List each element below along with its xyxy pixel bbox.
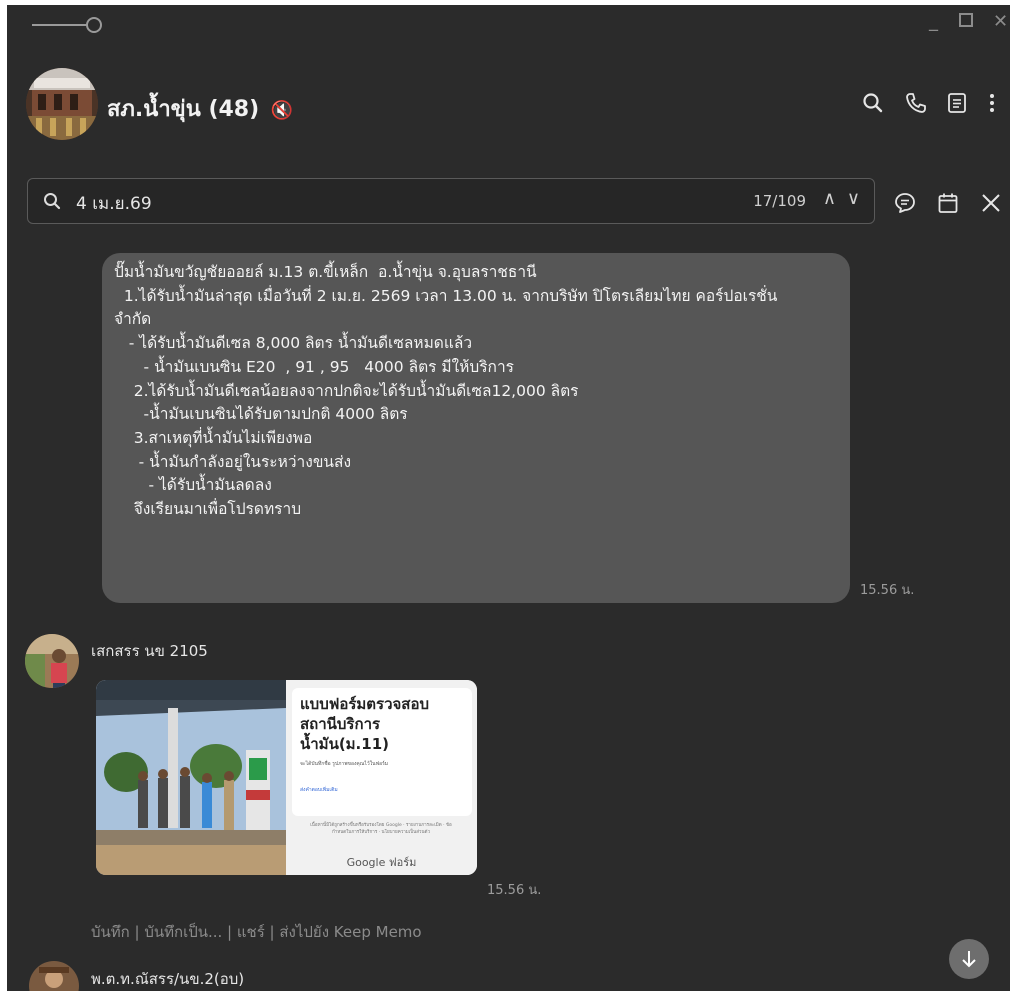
avatar[interactable] <box>25 634 79 688</box>
calendar-icon[interactable] <box>936 191 960 215</box>
message-actions[interactable]: บันทึก | บันทึกเป็น... | แชร์ | ส่งไปยัง… <box>91 920 422 944</box>
chat-bubble-icon[interactable] <box>893 191 917 215</box>
search-result-counter: 17/109 <box>753 192 806 210</box>
minimize-icon[interactable]: _ <box>929 13 938 31</box>
search-field-icon <box>42 191 62 211</box>
chat-window: _ ✕ สภ.น้ำขุ่น (48) 🔇 4 เม.ย.69 17/109 ∧… <box>7 5 1010 991</box>
form-disclaimer: เนื้อหานี้มิได้ถูกสร้างขึ้นหรือรับรองโดย… <box>310 823 452 835</box>
room-title[interactable]: สภ.น้ำขุ่น (48) 🔇 <box>107 91 293 126</box>
sender-name[interactable]: พ.ต.ท.ณัสรร/นข.2(อบ) <box>91 967 244 991</box>
search-bar-row: 4 เม.ย.69 17/109 ∧ ∨ <box>7 175 1010 229</box>
message-bubble-report[interactable]: ปั๊มน้ำมันขวัญชัยออยล์ ม.13 ต.ขี้เหล็ก อ… <box>102 253 850 603</box>
chat-header: สภ.น้ำขุ่น (48) 🔇 <box>7 55 1010 145</box>
notes-icon[interactable] <box>944 90 970 116</box>
member-count: (48) <box>208 97 260 122</box>
room-avatar[interactable] <box>26 68 98 140</box>
maximize-icon[interactable] <box>959 13 973 31</box>
phone-icon[interactable] <box>903 90 929 116</box>
room-name: สภ.น้ำขุ่น <box>107 97 201 122</box>
google-form-preview: แบบฟอร์มตรวจสอบสถานีบริการน้ำมัน(ม.11) จ… <box>286 680 477 875</box>
message-timestamp: 15.56 น. <box>860 583 915 598</box>
title-bar: _ ✕ <box>7 5 1010 45</box>
sender-name[interactable]: เสกสรร นข 2105 <box>91 639 208 663</box>
muted-icon: 🔇 <box>270 100 294 121</box>
search-input[interactable]: 4 เม.ย.69 17/109 ∧ ∨ <box>27 178 875 224</box>
more-icon[interactable] <box>985 90 999 116</box>
message-timestamp: 15.56 น. <box>487 883 542 898</box>
search-icon[interactable] <box>860 90 886 116</box>
close-search-icon[interactable] <box>979 191 1003 215</box>
google-forms-brand: Google ฟอร์ม <box>346 856 417 869</box>
search-query: 4 เม.ย.69 <box>76 194 152 214</box>
chevron-up-icon[interactable]: ∧ <box>823 188 836 209</box>
form-link-card[interactable]: แบบฟอร์มตรวจสอบสถานีบริการน้ำมัน(ม.11) จ… <box>96 680 477 875</box>
avatar[interactable] <box>29 961 79 991</box>
station-photo <box>96 680 286 875</box>
form-title: แบบฟอร์มตรวจสอบสถานีบริการน้ำมัน(ม.11) <box>300 695 429 753</box>
close-icon[interactable]: ✕ <box>993 13 1008 31</box>
form-description: จะได้บันทึกชื่อ รูปภาพของคุณไว้ในฟอร์ม <box>300 761 389 767</box>
message-text: ปั๊มน้ำมันขวัญชัยออยล์ ม.13 ต.ขี้เหล็ก อ… <box>114 263 778 519</box>
scroll-down-icon[interactable] <box>949 939 989 979</box>
chevron-down-icon[interactable]: ∨ <box>847 188 860 209</box>
form-link[interactable]: ส่งคำตอบเพิ่มเติม <box>300 786 338 794</box>
pin-icon[interactable] <box>32 17 102 33</box>
